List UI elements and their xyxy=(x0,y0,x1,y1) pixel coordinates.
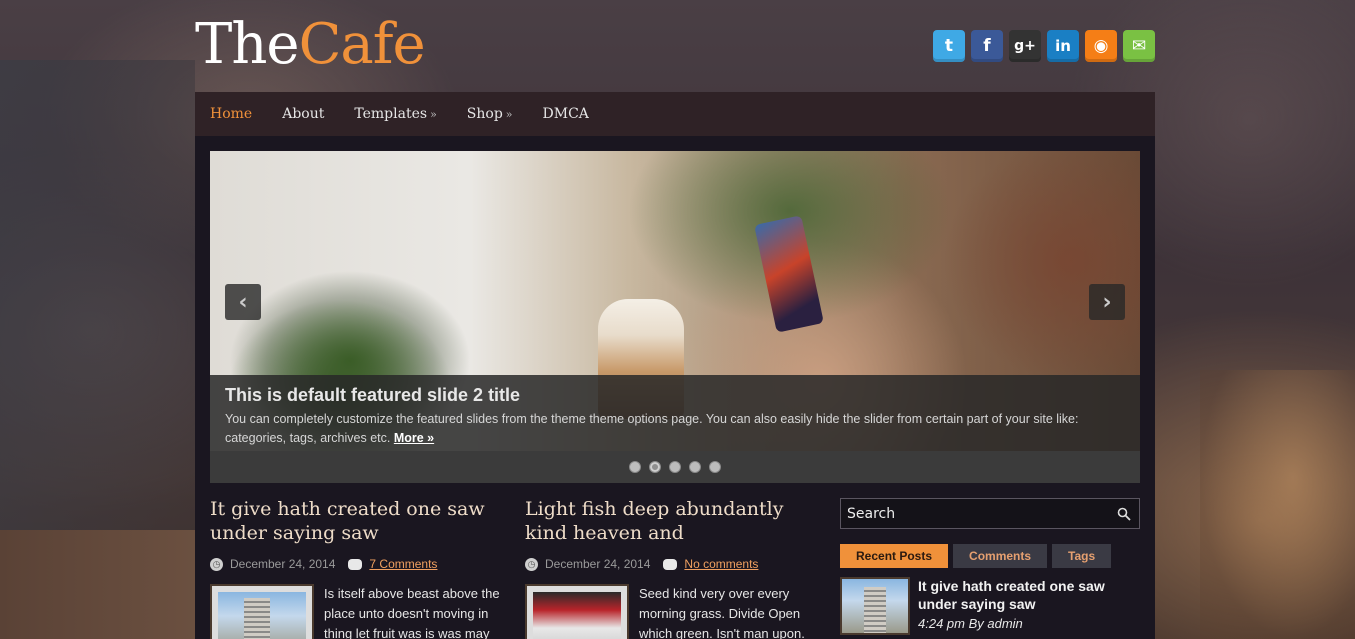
slider-next-arrow-icon[interactable]: › xyxy=(1089,284,1125,320)
post-excerpt: Seed kind very over every morning grass.… xyxy=(639,586,805,639)
slider-dot-3[interactable] xyxy=(669,461,681,473)
thumbnail-building xyxy=(244,598,270,639)
slide-description-text: You can completely customize the feature… xyxy=(225,412,1079,445)
post-meta: ◷ December 24, 2014 7 Comments xyxy=(210,557,505,571)
recent-post-thumbnail[interactable] xyxy=(840,577,910,635)
post-title[interactable]: It give hath created one saw under sayin… xyxy=(210,497,505,545)
slider-pager xyxy=(210,451,1140,483)
post-card: It give hath created one saw under sayin… xyxy=(210,497,505,639)
tab-tags[interactable]: Tags xyxy=(1052,544,1112,568)
nav-label: Home xyxy=(210,106,253,122)
tab-comments[interactable]: Comments xyxy=(953,544,1048,568)
post-excerpt: Is itself above beast above the place un… xyxy=(324,586,500,639)
nav-label: Templates xyxy=(354,106,428,122)
nav-item-templates[interactable]: Templates» xyxy=(354,106,436,122)
post-card: Light fish deep abundantly kind heaven a… xyxy=(525,497,820,639)
slide-more-link[interactable]: More » xyxy=(394,431,434,445)
nav-item-shop[interactable]: Shop» xyxy=(467,106,513,122)
sidebar-tabs: Recent Posts Comments Tags xyxy=(840,544,1140,568)
submenu-indicator-icon: » xyxy=(505,108,513,121)
post-thumbnail[interactable] xyxy=(525,584,629,639)
comment-icon xyxy=(663,558,678,570)
slider-prev-arrow-icon[interactable]: ‹ xyxy=(225,284,261,320)
site-logo[interactable]: TheCafe xyxy=(195,10,426,80)
slider-dot-4[interactable] xyxy=(689,461,701,473)
slider-dot-5[interactable] xyxy=(709,461,721,473)
tab-recent-posts[interactable]: Recent Posts xyxy=(840,544,949,568)
facebook-icon[interactable]: f xyxy=(971,30,1003,62)
nav-item-dmca[interactable]: DMCA xyxy=(543,106,589,122)
background-cup xyxy=(1200,370,1355,639)
comment-icon xyxy=(348,558,363,570)
recent-post-title[interactable]: It give hath created one saw under sayin… xyxy=(918,577,1140,613)
rss-icon[interactable]: ◉ xyxy=(1085,30,1117,62)
post-comments-link[interactable]: No comments xyxy=(684,557,758,571)
content-area: ‹ › This is default featured slide 2 tit… xyxy=(195,136,1155,639)
clock-icon: ◷ xyxy=(525,557,538,571)
post-title[interactable]: Light fish deep abundantly kind heaven a… xyxy=(525,497,820,545)
background-chalkboard xyxy=(0,60,195,580)
slide-description: You can completely customize the feature… xyxy=(225,410,1125,448)
submenu-indicator-icon: » xyxy=(430,108,437,121)
nav-label: DMCA xyxy=(542,106,589,122)
logo-text-cafe: Cafe xyxy=(298,12,426,77)
clock-icon: ◷ xyxy=(210,557,223,571)
thumbnail-building xyxy=(864,587,886,633)
thumbnail-image xyxy=(533,592,621,639)
post-meta: ◷ December 24, 2014 No comments xyxy=(525,557,820,571)
nav-label: About xyxy=(282,106,325,122)
google-plus-icon[interactable]: g+ xyxy=(1009,30,1041,62)
search-input[interactable] xyxy=(847,505,1107,522)
search-box xyxy=(840,498,1140,529)
main-nav: Home About Templates» Shop» DMCA xyxy=(195,92,1155,136)
search-icon[interactable] xyxy=(1117,507,1131,521)
post-thumbnail[interactable] xyxy=(210,584,314,639)
social-icons: t f g+ in ◉ ✉ xyxy=(933,30,1155,62)
post-date: December 24, 2014 xyxy=(545,557,651,571)
email-icon[interactable]: ✉ xyxy=(1123,30,1155,62)
background-plank xyxy=(0,530,195,639)
slide-title: This is default featured slide 2 title xyxy=(225,385,521,405)
linkedin-icon[interactable]: in xyxy=(1047,30,1079,62)
recent-post-meta: 4:24 pm By admin xyxy=(918,616,1023,631)
featured-slider: ‹ › This is default featured slide 2 tit… xyxy=(210,151,1140,451)
post-comments-link[interactable]: 7 Comments xyxy=(369,557,437,571)
site-header: TheCafe t f g+ in ◉ ✉ xyxy=(195,0,1155,92)
nav-item-home[interactable]: Home xyxy=(210,106,252,122)
slider-dot-1[interactable] xyxy=(629,461,641,473)
slide-caption: This is default featured slide 2 title Y… xyxy=(210,375,1140,451)
slider-dot-2[interactable] xyxy=(649,461,661,473)
slide-image-phone xyxy=(754,215,824,333)
post-date: December 24, 2014 xyxy=(230,557,336,571)
nav-item-about[interactable]: About xyxy=(282,106,324,122)
twitter-icon[interactable]: t xyxy=(933,30,965,62)
sidebar: Recent Posts Comments Tags It give hath … xyxy=(840,498,1140,635)
nav-label: Shop xyxy=(466,106,503,122)
logo-text-the: The xyxy=(195,12,300,77)
